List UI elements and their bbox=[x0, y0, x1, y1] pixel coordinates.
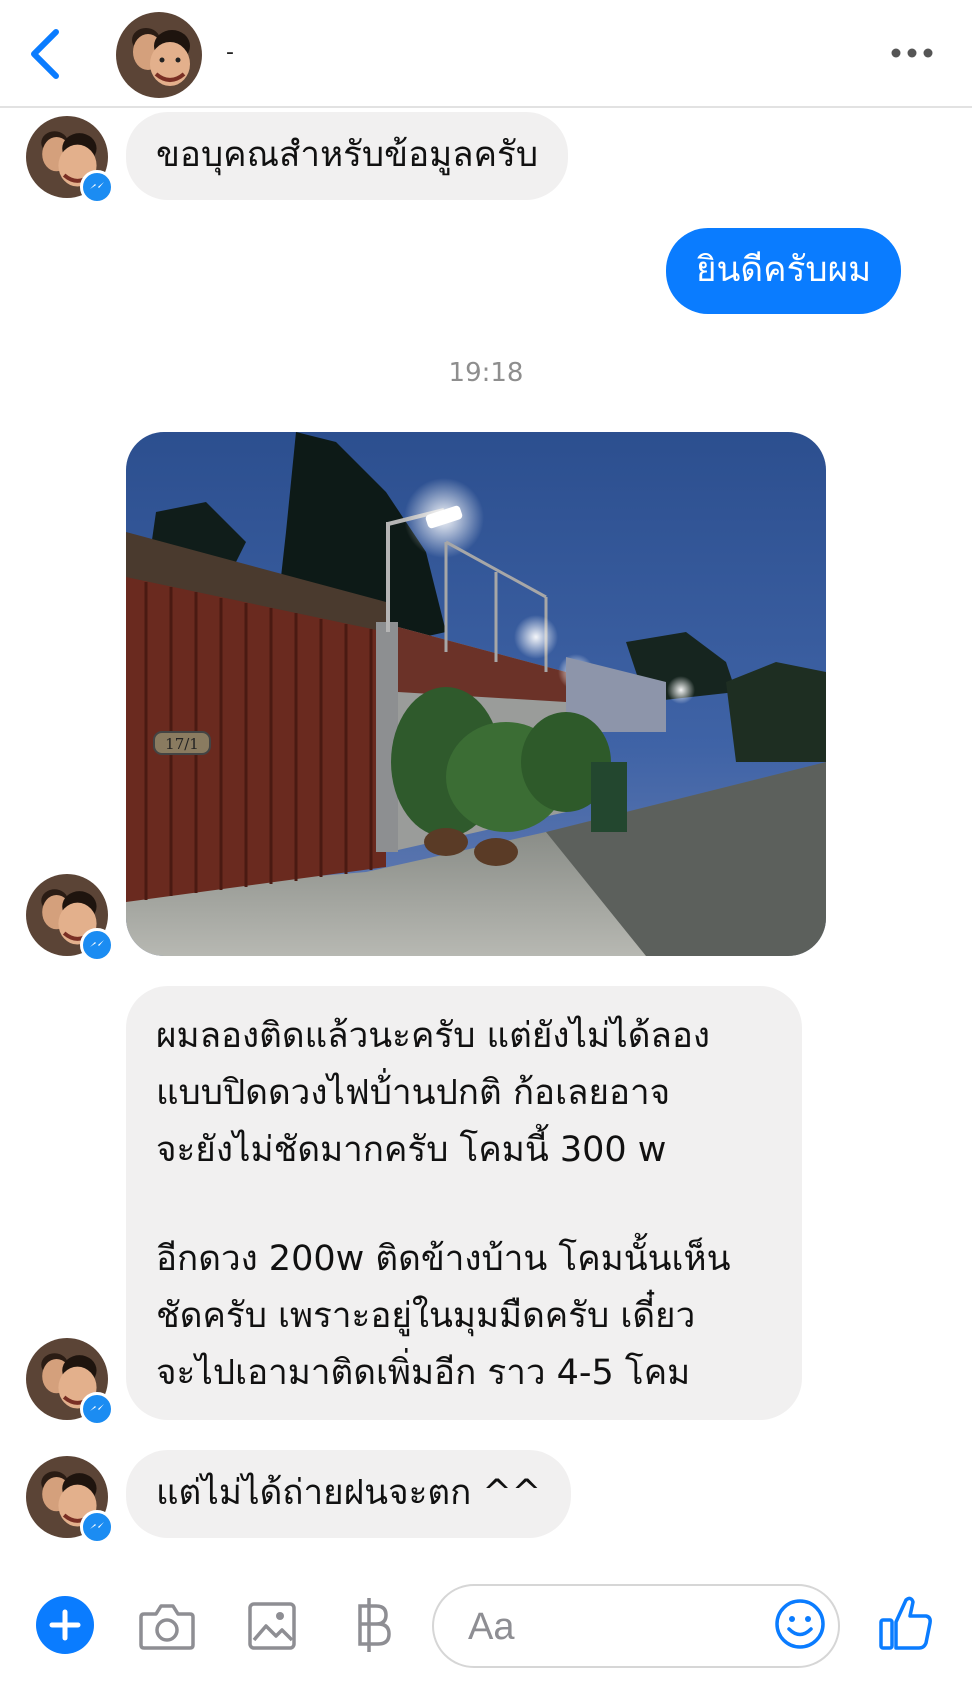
thumbs-up-icon bbox=[879, 1596, 932, 1650]
ellipsis-icon bbox=[891, 48, 933, 58]
message-input[interactable] bbox=[466, 1598, 770, 1656]
message-line: ผมลองติดแล้วนะครับ แต่ยังไม่ได้ลอง bbox=[156, 1016, 710, 1056]
sender-avatar[interactable] bbox=[26, 1456, 114, 1544]
emoji-icon bbox=[775, 1599, 825, 1649]
message-timestamp: 19:18 bbox=[448, 358, 524, 388]
sender-avatar[interactable] bbox=[26, 874, 114, 962]
messenger-badge-icon bbox=[80, 170, 114, 204]
messenger-badge-icon bbox=[80, 928, 114, 962]
gallery-button[interactable] bbox=[246, 1598, 298, 1654]
incoming-message[interactable]: แต่ไม่ได้ถ่ายฝนจะตก ^^ bbox=[126, 1450, 572, 1538]
incoming-message[interactable]: ขอบุคณสำหรับข้อมูลครับ bbox=[126, 112, 569, 200]
incoming-message[interactable]: ผมลองติดแล้วนะครับ แต่ยังไม่ได้ลอง แบบปิ… bbox=[126, 986, 802, 1420]
messenger-badge-icon bbox=[80, 1392, 114, 1426]
like-button[interactable] bbox=[878, 1592, 934, 1654]
message-line: จะยังไม่ชัดมากครับ โคมนี้ 300 w bbox=[156, 1130, 667, 1170]
plus-icon bbox=[49, 1609, 81, 1641]
photo-message[interactable]: 17/1 bbox=[126, 432, 826, 956]
image-icon bbox=[248, 1602, 296, 1650]
emoji-button[interactable] bbox=[772, 1596, 828, 1652]
add-button[interactable] bbox=[36, 1596, 94, 1654]
message-line: ชัดครับ เพราะอยู่ในมุมมืดครับ เดี๋ยว bbox=[156, 1296, 696, 1336]
house-number-plate: 17/1 bbox=[165, 735, 199, 753]
camera-button[interactable] bbox=[138, 1598, 196, 1654]
messenger-badge-icon bbox=[80, 1510, 114, 1544]
back-button[interactable] bbox=[22, 22, 72, 86]
message-line: แบบปิดดวงไฟบ้่านปกติ ก้อเลยอาจ bbox=[156, 1073, 671, 1113]
baht-icon bbox=[358, 1598, 391, 1652]
contact-avatar[interactable] bbox=[116, 12, 202, 98]
outgoing-message[interactable]: ยินดีครับผม bbox=[666, 228, 902, 314]
message-line: อีกดวง 200w ติดข้างบ้าน โคมนั้นเห็น bbox=[156, 1239, 731, 1279]
camera-icon bbox=[139, 1604, 195, 1650]
sender-avatar[interactable] bbox=[26, 1338, 114, 1426]
more-options-button[interactable] bbox=[888, 38, 938, 68]
chevron-left-icon bbox=[31, 29, 59, 79]
payment-button[interactable] bbox=[352, 1594, 394, 1656]
message-line: จะไปเอามาติดเพิ่มอีก ราว 4-5 โคม bbox=[156, 1353, 691, 1393]
contact-name[interactable]: - bbox=[226, 40, 234, 65]
sender-avatar[interactable] bbox=[26, 116, 114, 204]
